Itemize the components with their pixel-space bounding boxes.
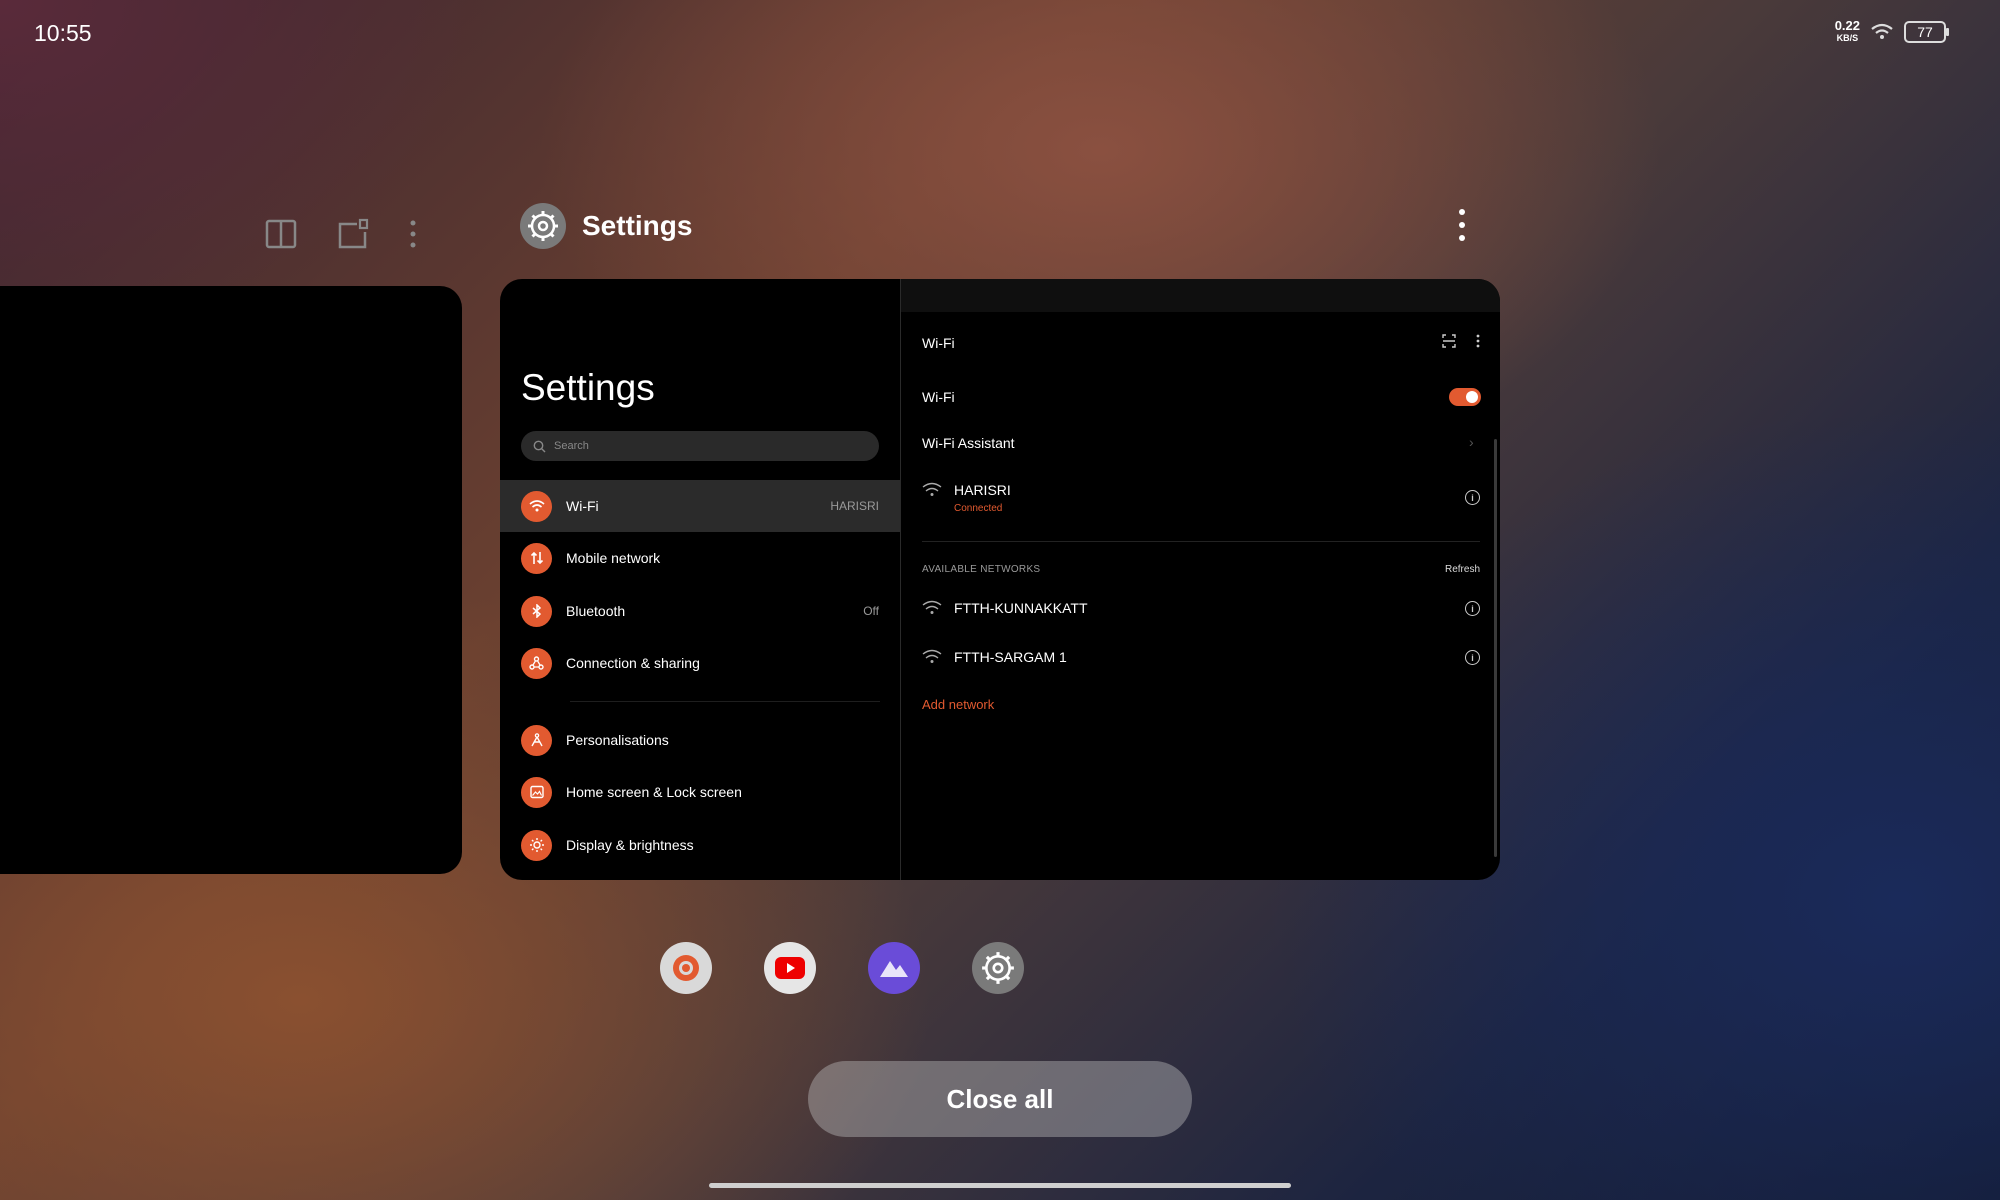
sidebar-divider: [570, 701, 880, 702]
available-networks-header: AVAILABLE NETWORKS: [922, 564, 1041, 575]
sidebar-item-wifi[interactable]: Wi-Fi HARISRI: [500, 480, 900, 532]
section-divider: [922, 541, 1480, 542]
home-indicator[interactable]: [709, 1183, 1291, 1188]
recent-app-title: Settings: [582, 210, 693, 241]
status-time: 10:55: [34, 20, 92, 46]
youtube-icon[interactable]: [764, 942, 816, 994]
recent-app-card-settings[interactable]: Settings Search Wi-Fi HARISRI Mobile net…: [500, 279, 1500, 880]
floating-window-icon[interactable]: [337, 218, 369, 250]
settings-list-panel: Settings Search Wi-Fi HARISRI Mobile net…: [500, 279, 901, 880]
network-status: Connected: [954, 503, 1003, 514]
network-speed: 0.22 KB/S: [1834, 18, 1860, 44]
close-all-button[interactable]: Close all: [808, 1061, 1192, 1137]
network-name: HARISRI: [954, 482, 1011, 498]
recent-app-header: Settings: [520, 203, 692, 249]
gear-icon: [528, 211, 558, 241]
wifi-icon: [521, 490, 552, 522]
scan-qr-icon[interactable]: [1442, 334, 1456, 348]
settings-app-icon[interactable]: [520, 203, 566, 249]
sidebar-item-connection-sharing[interactable]: Connection & sharing: [500, 637, 900, 689]
sidebar-item-label: Mobile network: [566, 550, 661, 566]
sidebar-item-label: Wi-Fi: [566, 498, 599, 514]
brightness-icon: [521, 829, 552, 861]
recent-apps-dock: [660, 942, 1024, 994]
network-row[interactable]: FTTH-KUNNAKKATT: [922, 600, 1088, 616]
wifi-detail-panel: Wi-Fi Wi-Fi Wi-Fi Assistant › HARISRI Co…: [901, 279, 1500, 880]
more-vertical-icon[interactable]: [409, 219, 417, 249]
wifi-page-toolbar: [1442, 334, 1480, 348]
network-speed-unit: KB/S: [1836, 33, 1859, 43]
connected-network-row[interactable]: HARISRI: [922, 482, 1011, 498]
recents-toolbar: [265, 218, 417, 250]
personalisation-icon: [521, 724, 552, 756]
sidebar-item-label: Personalisations: [566, 732, 669, 748]
refresh-button[interactable]: Refresh: [1445, 564, 1480, 575]
sidebar-item-personalisations[interactable]: Personalisations: [500, 714, 900, 766]
sharing-icon: [521, 647, 552, 679]
search-icon: [533, 440, 546, 452]
sidebar-item-home-lock-screen[interactable]: Home screen & Lock screen: [500, 766, 900, 818]
network-info-icon[interactable]: i: [1465, 650, 1480, 665]
sidebar-item-mobile-network[interactable]: Mobile network: [500, 532, 900, 584]
settings-title: Settings: [521, 367, 655, 408]
wifi-status-icon: [1871, 23, 1893, 39]
chevron-right-icon: ›: [1469, 434, 1474, 450]
settings-icon[interactable]: [972, 942, 1024, 994]
sidebar-item-display-brightness[interactable]: Display & brightness: [500, 819, 900, 871]
sidebar-item-label: Home screen & Lock screen: [566, 784, 742, 800]
add-network-link[interactable]: Add network: [922, 697, 994, 712]
bluetooth-icon: [521, 595, 552, 627]
network-info-icon[interactable]: i: [1465, 601, 1480, 616]
wifi-toggle[interactable]: [1449, 388, 1481, 406]
sidebar-item-value: Off: [863, 604, 879, 618]
scrollbar[interactable]: [1494, 439, 1497, 857]
wifi-signal-icon: [922, 649, 942, 663]
network-name: FTTH-SARGAM 1: [954, 649, 1067, 665]
wifi-assistant-label[interactable]: Wi-Fi Assistant: [922, 435, 1015, 451]
sidebar-item-bluetooth[interactable]: Bluetooth Off: [500, 585, 900, 637]
wifi-signal-icon: [922, 482, 942, 496]
panel-top-strip: [901, 279, 1500, 312]
network-name: FTTH-KUNNAKKATT: [954, 600, 1088, 616]
wifi-signal-icon: [922, 600, 942, 614]
recent-app-card-previous[interactable]: [0, 286, 462, 874]
more-vertical-icon[interactable]: [1476, 334, 1480, 348]
sidebar-item-label: Display & brightness: [566, 837, 694, 853]
mobile-data-icon: [521, 542, 552, 574]
battery-icon: 77: [1904, 21, 1949, 43]
network-row[interactable]: FTTH-SARGAM 1: [922, 649, 1067, 665]
app-card-more-icon[interactable]: [1455, 208, 1469, 242]
wifi-toggle-label: Wi-Fi: [922, 389, 955, 405]
gallery-icon[interactable]: [868, 942, 920, 994]
search-placeholder: Search: [554, 440, 589, 452]
status-icons: 0.22 KB/S 77: [1834, 18, 1949, 44]
network-info-icon[interactable]: i: [1465, 490, 1480, 505]
shield-app-icon[interactable]: [660, 942, 712, 994]
sidebar-item-value: HARISRI: [830, 499, 879, 513]
search-input[interactable]: Search: [521, 431, 879, 461]
sidebar-item-label: Connection & sharing: [566, 655, 700, 671]
wallpaper-icon: [521, 776, 552, 808]
sidebar-item-label: Bluetooth: [566, 603, 626, 619]
split-screen-icon[interactable]: [265, 219, 297, 249]
wifi-page-title: Wi-Fi: [922, 335, 955, 351]
network-speed-value: 0.22: [1834, 18, 1860, 33]
